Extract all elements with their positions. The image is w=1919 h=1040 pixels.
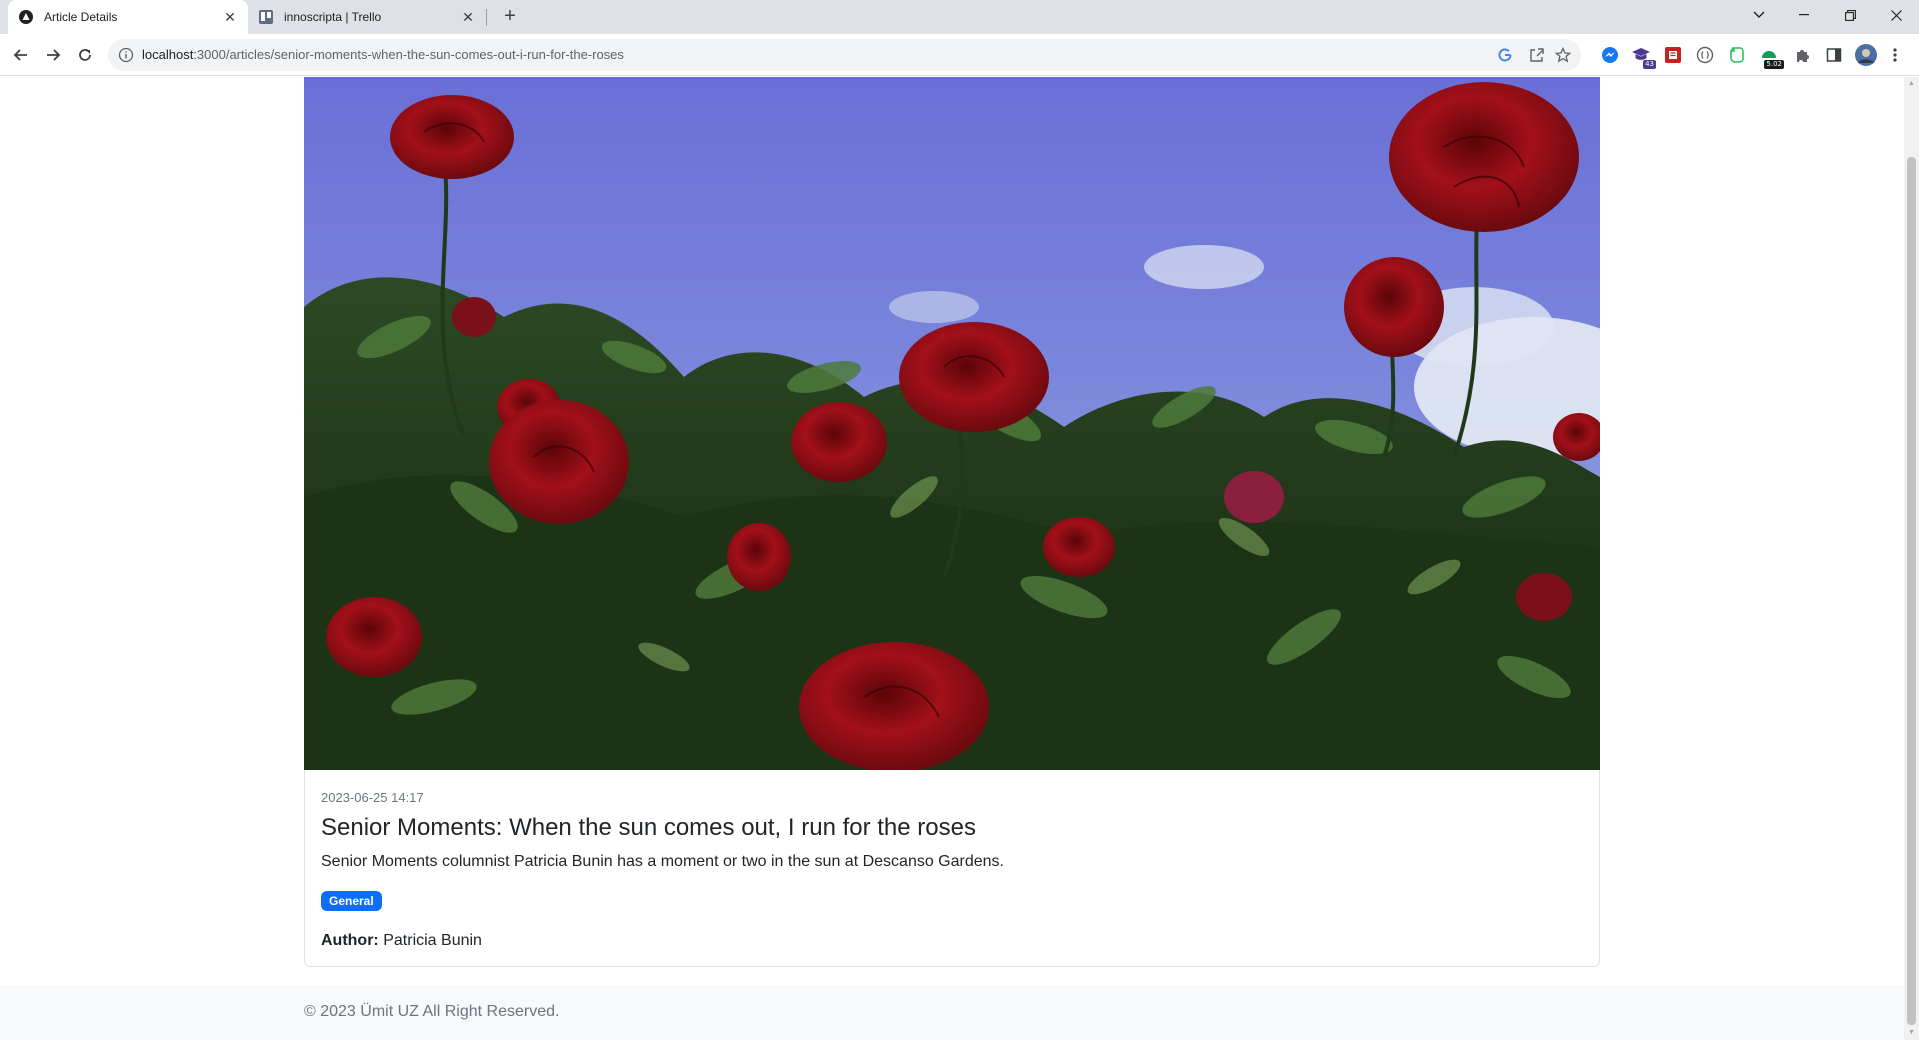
tab-title: Article Details (44, 10, 118, 24)
copyright-text: © 2023 Ümit UZ All Right Reserved. (304, 1003, 560, 1020)
url-text: localhost:3000/articles/senior-moments-w… (142, 39, 624, 71)
new-tab-button[interactable]: + (498, 5, 522, 29)
forward-icon[interactable] (39, 41, 67, 69)
tab-title: innoscripta | Trello (284, 10, 382, 24)
author-name: Patricia Bunin (383, 932, 482, 949)
article-image (304, 77, 1600, 770)
site-info-icon[interactable] (118, 47, 134, 63)
profile-avatar[interactable] (1855, 44, 1877, 66)
article-author: Author: Patricia Bunin (321, 930, 1583, 952)
grad-cap-ext-icon[interactable]: 43 (1630, 44, 1656, 69)
react-app-icon (18, 9, 34, 25)
close-tab-icon[interactable]: ✕ (460, 9, 476, 25)
page-footer: © 2023 Ümit UZ All Right Reserved. (0, 985, 1904, 1040)
scroll-down-icon[interactable]: ▼ (1907, 1029, 1916, 1037)
share-icon[interactable] (1529, 47, 1545, 63)
ext-badge: 5.02 (1764, 60, 1784, 69)
url-path: :3000/articles/senior-moments-when-the-s… (193, 47, 624, 62)
article-date: 2023-06-25 14:17 (321, 790, 424, 805)
article-body: 2023-06-25 14:17 Senior Moments: When th… (321, 789, 1583, 952)
green-ext-icon[interactable]: 5.02 (1758, 44, 1784, 69)
scroll-thumb[interactable] (1907, 157, 1916, 1025)
author-label: Author: (321, 932, 379, 949)
messenger-ext-icon[interactable] (1599, 44, 1621, 66)
trello-icon (258, 9, 274, 25)
article-description: Senior Moments columnist Patricia Bunin … (321, 853, 1004, 870)
browser-toolbar: localhost:3000/articles/senior-moments-w… (0, 34, 1919, 76)
tab-divider (486, 9, 487, 26)
tab-strip: Article Details ✕ innoscripta | Trello ✕… (0, 0, 1919, 34)
close-tab-icon[interactable]: ✕ (222, 9, 238, 25)
restore-icon[interactable] (1828, 0, 1872, 30)
circle-ext-icon[interactable] (1694, 44, 1716, 66)
minimize-icon[interactable] (1782, 0, 1826, 30)
page-scrollbar[interactable]: ▲ ▼ (1904, 77, 1919, 1040)
tab-trello[interactable]: innoscripta | Trello ✕ (248, 0, 486, 34)
chrome-menu-icon[interactable] (1888, 44, 1902, 66)
url-host: localhost (142, 47, 194, 62)
tab-search-icon[interactable] (1737, 0, 1781, 30)
red-ext-icon[interactable] (1662, 44, 1684, 66)
reload-icon[interactable] (71, 41, 99, 69)
ext-badge: 43 (1643, 60, 1656, 69)
category-badge[interactable]: General (321, 891, 382, 911)
page-viewport: 2023-06-25 14:17 Senior Moments: When th… (0, 77, 1904, 1040)
back-icon[interactable] (7, 41, 35, 69)
article-card: 2023-06-25 14:17 Senior Moments: When th… (304, 77, 1600, 967)
scroll-up-icon[interactable]: ▲ (1907, 80, 1916, 88)
google-lens-icon[interactable] (1497, 47, 1513, 63)
close-window-icon[interactable] (1874, 0, 1918, 30)
evernote-ext-icon[interactable] (1726, 44, 1748, 66)
side-panel-icon[interactable] (1823, 44, 1845, 66)
extensions-puzzle-icon[interactable] (1791, 44, 1813, 66)
article-title: Senior Moments: When the sun comes out, … (321, 814, 976, 841)
tab-article-details[interactable]: Article Details ✕ (8, 0, 248, 34)
address-bar[interactable]: localhost:3000/articles/senior-moments-w… (108, 39, 1581, 71)
bookmark-star-icon[interactable] (1555, 47, 1571, 63)
